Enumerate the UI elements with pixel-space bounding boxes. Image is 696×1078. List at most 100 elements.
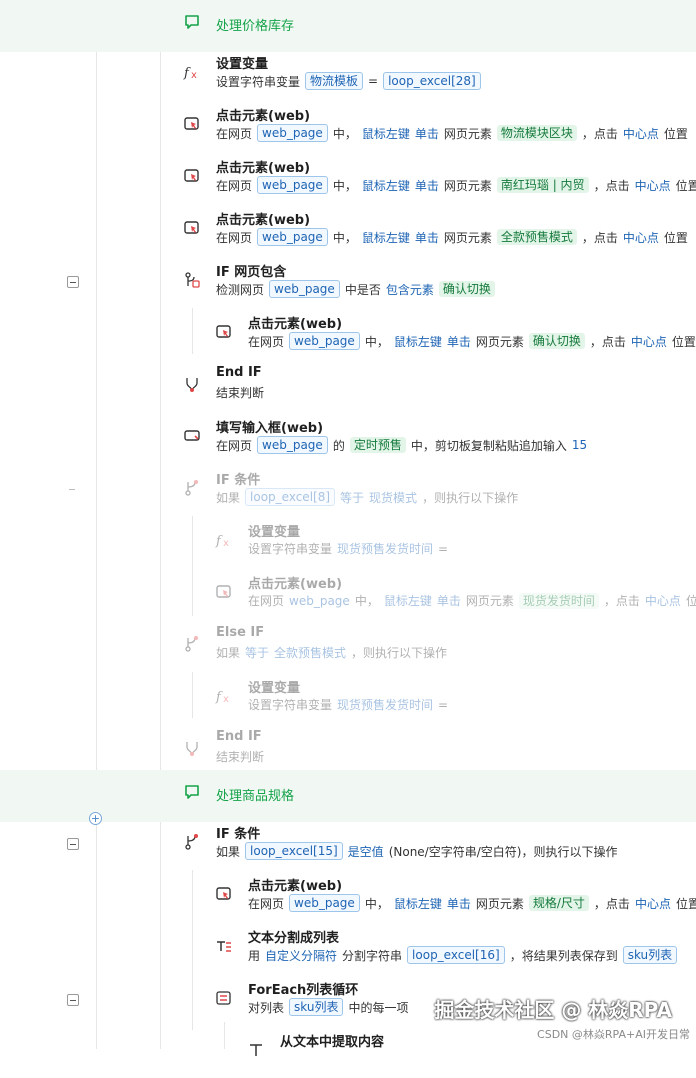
step-description: 结束判断: [216, 748, 269, 765]
step-row[interactable]: 文本分割成列表用自定义分隔符 分割字符串 loop_excel[16] ，将结果列表保…: [0, 922, 696, 974]
step-row[interactable]: IF 条件 如果 loop_excel[15] 是空值 (None/空字符串/空白符)，…: [0, 818, 696, 870]
option-link[interactable]: 鼠标左键: [384, 592, 432, 609]
step-title: 填写输入框(web): [216, 421, 324, 436]
variable-chip[interactable]: sku列表: [289, 998, 344, 1016]
if-web-contains-icon: [183, 271, 201, 289]
step-description: 在网页 web_page 的定时预售 中，剪切板复制粘贴追加输入 15: [216, 436, 592, 454]
variable-chip[interactable]: web_page: [257, 176, 328, 194]
element-chip[interactable]: 南红玛瑙 | 内贸: [496, 177, 589, 193]
step-row[interactable]: 点击元素(web) 在网页 web_page 中， 鼠标左键 单击 网页元素 现货发货时间 ，点…: [0, 568, 696, 620]
desc-text: 设置字符串变量: [248, 542, 333, 556]
desc-text: 网页元素: [465, 594, 514, 608]
step-row[interactable]: Else IF 如果 等于 全款预售模式 ，则执行以下操作: [0, 620, 696, 672]
variable-chip[interactable]: web_page: [257, 436, 328, 454]
option-link[interactable]: 中心点: [623, 229, 659, 246]
step-row[interactable]: f x 设置变量 设置字符串变量 现货预售发货时间 =: [0, 516, 696, 568]
variable-chip[interactable]: web_page: [257, 228, 328, 246]
desc-text: 的: [332, 438, 345, 453]
element-chip[interactable]: 物流模块区块: [496, 125, 577, 141]
comment-row[interactable]: 处理价格库存: [0, 0, 696, 52]
option-link[interactable]: 单击: [447, 895, 471, 912]
variable-chip[interactable]: loop_excel[8]: [245, 488, 336, 506]
option-link[interactable]: 中心点: [635, 177, 671, 194]
desc-text: ，点击: [593, 178, 630, 193]
variable-chip[interactable]: loop_excel[15]: [245, 842, 343, 860]
step-title: 从文本中提取内容: [280, 1035, 385, 1050]
step-row[interactable]: f x 设置变量 设置字符串变量 现货预售发货时间 =: [0, 672, 696, 724]
desc-text: 网页元素: [443, 230, 492, 245]
step-row[interactable]: 点击元素(web) 在网页 web_page 中， 鼠标左键 单击 网页元素 南红玛瑙 | 内…: [0, 152, 696, 204]
element-chip[interactable]: 定时预售: [349, 437, 406, 453]
option-link[interactable]: 全款预售模式: [274, 644, 346, 661]
desc-text: 网页元素: [443, 178, 492, 193]
option-link[interactable]: 鼠标左键: [362, 177, 410, 194]
step-row[interactable]: 填写输入框(web) 在网页 web_page 的定时预售 中，剪切板复制粘贴追加输入 1…: [0, 412, 696, 464]
variable-chip[interactable]: web_page: [289, 332, 360, 350]
element-chip[interactable]: 确认切换: [528, 333, 585, 349]
desc-text: 中，: [332, 230, 357, 245]
option-link[interactable]: 鼠标左键: [362, 125, 410, 142]
option-link[interactable]: 自定义分隔符: [265, 947, 337, 964]
option-link[interactable]: 15: [572, 438, 587, 452]
svg-text:f: f: [215, 534, 223, 549]
option-link[interactable]: 现货预售发货时间: [337, 540, 433, 557]
element-chip[interactable]: 规格/尺寸: [528, 895, 589, 911]
svg-text:x: x: [223, 538, 229, 549]
step-title: 处理商品规格: [216, 789, 295, 804]
option-link[interactable]: 单击: [447, 333, 471, 350]
variable-chip[interactable]: web_page: [269, 280, 340, 298]
step-row[interactable]: End IF 结束判断: [0, 360, 696, 412]
step-title: 点击元素(web): [248, 577, 343, 592]
option-link[interactable]: web_page: [289, 594, 350, 608]
option-link[interactable]: 单击: [415, 177, 439, 194]
step-row[interactable]: 点击元素(web) 在网页 web_page 中， 鼠标左键 单击 网页元素 确认切换 ，点击中…: [0, 308, 696, 360]
desc-text: 网页元素: [443, 126, 492, 141]
option-link[interactable]: 包含元素: [386, 281, 434, 298]
step-row[interactable]: f x 设置变量 设置字符串变量 物流模板 = loop_excel[28]: [0, 48, 696, 100]
option-link[interactable]: 现货预售发货时间: [337, 696, 433, 713]
option-link[interactable]: 等于: [340, 489, 364, 506]
step-row[interactable]: 点击元素(web) 在网页 web_page 中， 鼠标左键 单击 网页元素 全款预售模式 ，点…: [0, 204, 696, 256]
option-link[interactable]: 中心点: [635, 895, 671, 912]
element-chip[interactable]: 现货发货时间: [518, 592, 599, 609]
option-link[interactable]: 鼠标左键: [394, 333, 442, 350]
desc-text: ，点击: [581, 126, 618, 141]
variable-chip[interactable]: sku列表: [622, 946, 678, 964]
add-step-icon[interactable]: +: [89, 812, 102, 825]
option-link[interactable]: 现货模式: [369, 489, 417, 506]
option-link[interactable]: 是空值: [348, 843, 384, 860]
step-row[interactable]: IF 网页包含 检测网页 web_page 中是否 包含元素 确认切换: [0, 256, 696, 308]
desc-text: 在网页: [216, 126, 253, 141]
option-link[interactable]: 鼠标左键: [394, 895, 442, 912]
desc-text: 对列表: [248, 1000, 285, 1015]
option-link[interactable]: 单击: [415, 229, 439, 246]
desc-text: 结束判断: [216, 386, 265, 400]
step-row[interactable]: 点击元素(web) 在网页 web_page 中， 鼠标左键 单击 网页元素 规格/尺寸 ，点击…: [0, 870, 696, 922]
variable-chip[interactable]: loop_excel[28]: [383, 72, 481, 90]
step-row[interactable]: End IF 结束判断: [0, 724, 696, 776]
variable-chip[interactable]: loop_excel[16]: [407, 946, 505, 964]
option-link[interactable]: 中心点: [631, 333, 667, 350]
desc-text: 检测网页: [216, 282, 265, 297]
variable-chip[interactable]: 物流模板: [305, 72, 364, 90]
option-link[interactable]: 单击: [437, 592, 461, 609]
desc-text: 结束判断: [216, 750, 265, 764]
variable-chip[interactable]: web_page: [257, 124, 328, 142]
step-title: 点击元素(web): [248, 317, 343, 332]
variable-chip[interactable]: web_page: [289, 894, 360, 912]
option-link[interactable]: 中心点: [645, 592, 681, 609]
step-row[interactable]: 点击元素(web) 在网页 web_page 中， 鼠标左键 单击 网页元素 物流模块区块 ，点…: [0, 100, 696, 152]
option-link[interactable]: 中心点: [623, 125, 659, 142]
option-link[interactable]: 鼠标左键: [362, 229, 410, 246]
element-chip[interactable]: 全款预售模式: [496, 229, 577, 245]
element-chip[interactable]: 确认切换: [438, 281, 495, 297]
block-guide: [192, 308, 193, 354]
step-title: End IF: [216, 729, 262, 744]
desc-text: ，将结果列表保存到: [509, 948, 618, 963]
option-link[interactable]: 单击: [415, 125, 439, 142]
option-link[interactable]: 等于: [245, 644, 269, 661]
step-row[interactable]: IF 条件 如果 loop_excel[8] 等于 现货模式 ，则执行以下操作: [0, 464, 696, 516]
step-title: 设置变量: [248, 681, 301, 696]
function-icon: fx: [215, 687, 233, 705]
comment-row[interactable]: 处理商品规格: [0, 770, 696, 822]
